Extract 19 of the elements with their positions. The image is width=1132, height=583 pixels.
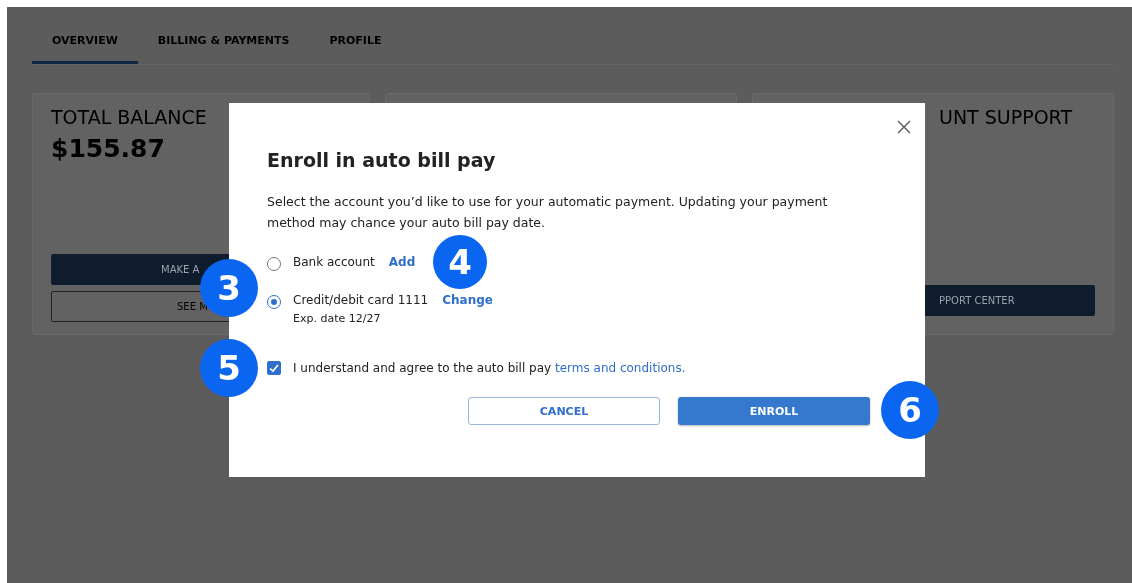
option-link[interactable]: Add <box>388 255 416 269</box>
close-icon[interactable] <box>897 120 911 134</box>
terms-link[interactable]: terms and conditions. <box>554 361 686 375</box>
tab[interactable]: BILLING & PAYMENTS <box>137 34 310 64</box>
step-badge: 6 <box>881 381 939 439</box>
option-link[interactable]: Change <box>442 293 493 307</box>
dialog-title: Enroll in auto bill pay <box>267 149 497 171</box>
enroll-button[interactable]: ENROLL <box>678 397 870 425</box>
checkbox[interactable] <box>267 361 281 375</box>
tab[interactable]: PROFILE <box>309 34 402 64</box>
step-badge: 5 <box>200 339 258 397</box>
card-title: TOTAL BALANCE <box>51 106 207 128</box>
dialog-description: Select the account you’d like to use for your automatic payment. Updating your payment method may chance your auto bill pay date. <box>267 193 829 232</box>
agreement-text: I understand and agree to the auto bill pay terms and conditions. <box>293 361 686 375</box>
balance-amount: $155.87 <box>51 134 165 163</box>
step-badge: 4 <box>433 235 487 289</box>
tab[interactable]: OVERVIEW <box>32 34 138 64</box>
cancel-button[interactable]: CANCEL <box>468 397 660 425</box>
card-title: UNT SUPPORT <box>939 106 1073 128</box>
